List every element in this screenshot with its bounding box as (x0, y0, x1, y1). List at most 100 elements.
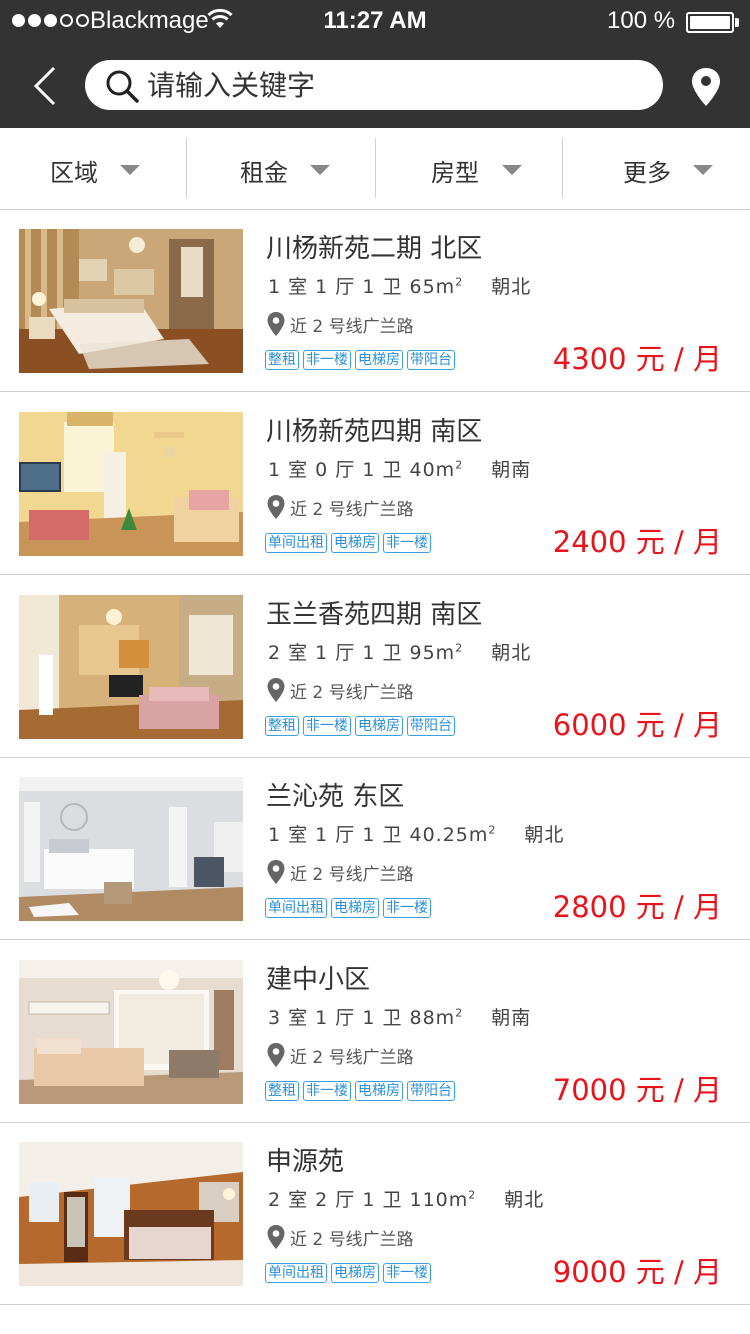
listing-location: 近 2 号线广兰路 (290, 1048, 414, 1068)
listing-specs: 1 室 1 厅 1 卫 40.25m2 朝北 (268, 820, 564, 847)
listing-title: 川杨新苑四期 南区 (266, 417, 483, 447)
location-pin-icon (692, 68, 720, 106)
listing-title: 申源苑 (266, 1147, 345, 1177)
listing-photo (19, 777, 243, 921)
area-unit-superscript: 2 (455, 458, 464, 472)
listing-price: 6000 元 / 月 (552, 708, 722, 742)
listing-layout: 2 室 1 厅 1 卫 95m (268, 642, 456, 664)
status-bar: Blackmage 11:27 AM 100 % (0, 0, 750, 44)
chevron-down-icon (120, 165, 140, 175)
listing-item[interactable]: 川杨新苑四期 南区 1 室 0 厅 1 卫 40m2 朝南 近 2 号线广兰路 单… (0, 393, 750, 575)
listing-title: 川杨新苑二期 北区 (266, 234, 483, 264)
listing-tag: 电梯房 (331, 898, 379, 918)
listing-tag: 非一楼 (383, 1263, 431, 1283)
listing-tags: 整租 非一楼 电梯房 带阳台 (265, 716, 455, 736)
listing-tag: 整租 (265, 350, 299, 370)
area-unit-superscript: 2 (468, 1188, 477, 1202)
listing-tag: 非一楼 (303, 1081, 351, 1101)
listing-tag: 整租 (265, 1081, 299, 1101)
listing-title: 建中小区 (266, 965, 371, 995)
area-unit-superscript: 2 (455, 275, 464, 289)
back-arrow-icon (33, 66, 56, 106)
location-pin-icon (267, 1043, 285, 1067)
listing-item[interactable]: 玉兰香苑四期 南区 2 室 1 厅 1 卫 95m2 朝北 近 2 号线广兰路 整… (0, 576, 750, 758)
listing-price: 4300 元 / 月 (552, 342, 722, 376)
listing-photo (19, 229, 243, 373)
listing-tag: 带阳台 (407, 716, 455, 736)
listing-price: 9000 元 / 月 (552, 1255, 722, 1289)
listing-tag: 电梯房 (355, 1081, 403, 1101)
back-button[interactable] (18, 60, 74, 112)
filter-label: 区域 (50, 159, 98, 187)
battery-icon (686, 12, 734, 33)
listing-layout: 1 室 1 厅 1 卫 40.25m (268, 824, 489, 846)
listing-specs: 3 室 1 厅 1 卫 88m2 朝南 (268, 1003, 531, 1030)
search-box[interactable] (85, 60, 663, 110)
location-pin-icon (267, 312, 285, 336)
listing-tag: 非一楼 (383, 898, 431, 918)
listing-orientation: 朝南 (491, 1007, 532, 1029)
listing-item[interactable]: 建中小区 3 室 1 厅 1 卫 88m2 朝南 近 2 号线广兰路 整租 非一楼… (0, 941, 750, 1123)
listing-tag: 整租 (265, 716, 299, 736)
listing-item[interactable]: 申源苑 2 室 2 厅 1 卫 110m2 朝北 近 2 号线广兰路 单间出租 电… (0, 1123, 750, 1305)
listing-location: 近 2 号线广兰路 (290, 1230, 414, 1250)
listing-location: 近 2 号线广兰路 (290, 317, 414, 337)
listing-price: 2400 元 / 月 (552, 525, 722, 559)
listing-tag: 非一楼 (303, 350, 351, 370)
filter-label: 房型 (431, 159, 479, 187)
listing-title: 玉兰香苑四期 南区 (266, 600, 483, 630)
listing-tag: 单间出租 (265, 533, 327, 553)
listing-tag: 非一楼 (303, 716, 351, 736)
filter-rent[interactable]: 租金 (187, 128, 375, 210)
chevron-down-icon (693, 165, 713, 175)
listing-specs: 1 室 1 厅 1 卫 65m2 朝北 (268, 272, 531, 299)
listing-item[interactable]: 兰沁苑 东区 1 室 1 厅 1 卫 40.25m2 朝北 近 2 号线广兰路 单… (0, 758, 750, 940)
listing-tag: 带阳台 (407, 350, 455, 370)
battery-percent: 100 % (607, 7, 676, 34)
filter-more[interactable]: 更多 (563, 128, 750, 210)
search-input[interactable] (147, 64, 637, 106)
location-pin-icon (267, 678, 285, 702)
listing-photo (19, 1142, 243, 1286)
listing-title: 兰沁苑 东区 (266, 782, 405, 812)
filter-district[interactable]: 区域 (0, 128, 186, 210)
listing-tag: 非一楼 (383, 533, 431, 553)
listing-specs: 2 室 2 厅 1 卫 110m2 朝北 (268, 1185, 544, 1212)
listing-layout: 2 室 2 厅 1 卫 110m (268, 1189, 469, 1211)
location-pin-icon (267, 495, 285, 519)
listing-location: 近 2 号线广兰路 (290, 865, 414, 885)
chevron-down-icon (310, 165, 330, 175)
location-pin-icon (267, 1225, 285, 1249)
filter-bar: 区域 租金 房型 更多 (0, 128, 750, 210)
listing-orientation: 朝北 (504, 1189, 545, 1211)
area-unit-superscript: 2 (488, 823, 497, 837)
listing-price: 7000 元 / 月 (552, 1073, 722, 1107)
location-button[interactable] (688, 64, 724, 110)
filter-room-type[interactable]: 房型 (376, 128, 562, 210)
listing-tag: 单间出租 (265, 898, 327, 918)
listing-photo (19, 412, 243, 556)
listing-specs: 1 室 0 厅 1 卫 40m2 朝南 (268, 455, 531, 482)
listing-tag: 电梯房 (331, 533, 379, 553)
listing-location: 近 2 号线广兰路 (290, 500, 414, 520)
listing-tags: 单间出租 电梯房 非一楼 (265, 533, 431, 553)
battery-nub (735, 18, 739, 27)
listing-layout: 3 室 1 厅 1 卫 88m (268, 1007, 456, 1029)
filter-label: 更多 (623, 159, 671, 187)
listing-price: 2800 元 / 月 (552, 890, 722, 924)
chevron-down-icon (502, 165, 522, 175)
listing-layout: 1 室 0 厅 1 卫 40m (268, 459, 456, 481)
filter-label: 租金 (240, 159, 288, 187)
listing-location: 近 2 号线广兰路 (290, 683, 414, 703)
listing-tags: 整租 非一楼 电梯房 带阳台 (265, 1081, 455, 1101)
listing-orientation: 朝南 (491, 459, 532, 481)
listing-item[interactable]: 川杨新苑二期 北区 1 室 1 厅 1 卫 65m2 朝北 近 2 号线广兰路 整… (0, 210, 750, 392)
listing-tags: 单间出租 电梯房 非一楼 (265, 898, 431, 918)
listing-tag: 带阳台 (407, 1081, 455, 1101)
listing-tags: 整租 非一楼 电梯房 带阳台 (265, 350, 455, 370)
listing-tag: 电梯房 (331, 1263, 379, 1283)
listing-orientation: 朝北 (491, 276, 532, 298)
listing-specs: 2 室 1 厅 1 卫 95m2 朝北 (268, 638, 531, 665)
search-icon (106, 70, 139, 103)
listing-orientation: 朝北 (524, 824, 565, 846)
